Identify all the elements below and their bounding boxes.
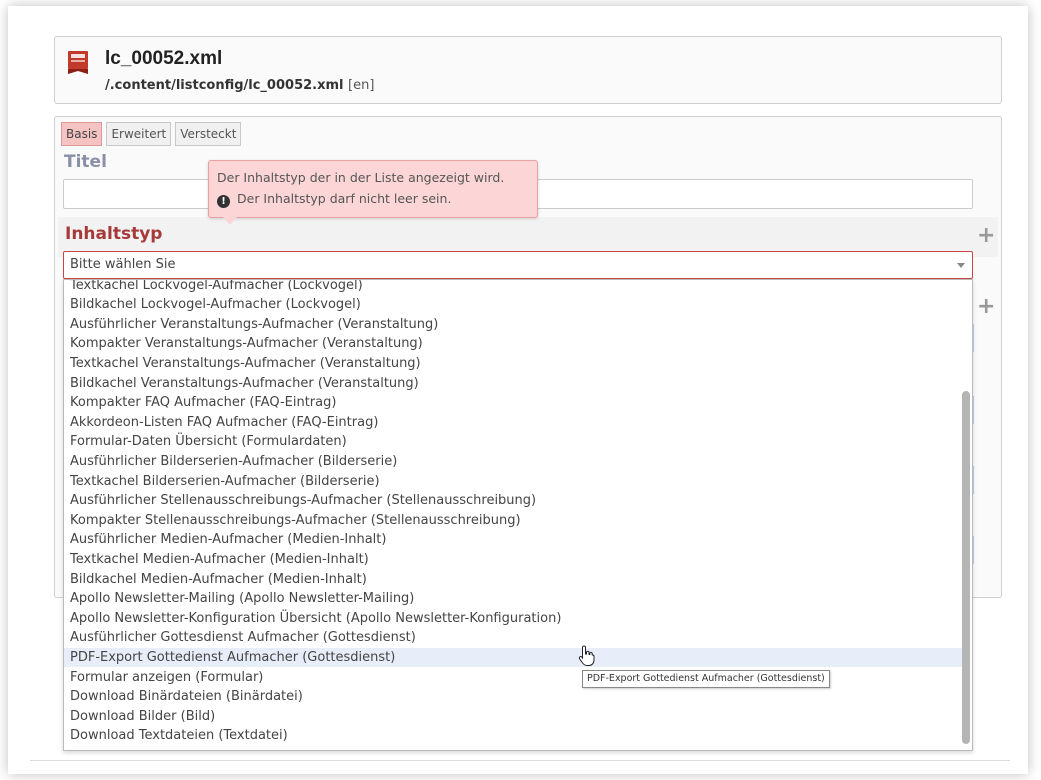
titel-label: Titel [64,152,107,172]
file-path-text: /.content/listconfig/lc_00052.xml [105,78,344,93]
divider [30,760,1010,761]
tab-bar: Basis Erweitert Versteckt [61,122,242,146]
dropdown-option[interactable]: Download Textdateien (Textdatei) [64,726,962,746]
file-language: [en] [348,78,375,93]
error-text: Der Inhaltstyp darf nicht leer sein. [237,191,452,206]
dropdown-option[interactable]: Ausführlicher Medien-Aufmacher (Medien-I… [64,530,962,550]
dropdown-option[interactable]: Textkachel Lockvogel-Aufmacher (Lockvoge… [64,280,962,295]
inhaltstyp-label: Inhaltstyp [65,224,163,244]
add-field-plus-icon[interactable]: + [977,296,995,318]
dropdown-option[interactable]: Textkachel Veranstaltungs-Aufmacher (Ver… [64,354,962,374]
dropdown-option[interactable]: Download Binärdateien (Binärdatei) [64,687,962,707]
validation-popup: Der Inhaltstyp der in der Liste angezeig… [208,160,538,225]
dropdown-option[interactable]: Akkordeon-Listen FAQ Aufmacher (FAQ-Eint… [64,413,962,433]
dropdown-option[interactable]: Ausführlicher Gottesdienst Aufmacher (Go… [64,628,962,648]
dropdown-option[interactable]: Bildkachel Medien-Aufmacher (Medien-Inha… [64,570,962,590]
chevron-down-icon[interactable] [957,263,965,268]
list-config-file-icon [68,51,88,74]
dropdown-option[interactable]: Bildkachel Veranstaltungs-Aufmacher (Ver… [64,374,962,394]
dropdown-options-list[interactable]: Textkachel Lockvogel-Aufmacher (Lockvoge… [63,279,973,751]
add-inhaltstyp-plus-icon[interactable]: + [977,225,995,247]
dropdown-option[interactable]: PDF-Export Gottedienst Aufmacher (Gottes… [64,647,962,668]
dropdown-option[interactable]: Apollo Newsletter-Mailing (Apollo Newsle… [64,589,962,609]
dropdown-scrollbar[interactable] [962,391,970,744]
file-path: /.content/listconfig/lc_00052.xml [en] [105,78,374,93]
select-value: Bitte wählen Sie [70,257,176,272]
dropdown-option[interactable]: Formular-Daten Übersicht (Formulardaten) [64,432,962,452]
dropdown-option[interactable]: Bildkachel Lockvogel-Aufmacher (Lockvoge… [64,295,962,315]
hand-pointer-icon [578,645,595,666]
dropdown-option[interactable]: Textkachel Bilderserien-Aufmacher (Bilde… [64,472,962,492]
dropdown-option[interactable]: Apollo Newsletter-Konfiguration Übersich… [64,609,962,629]
dropdown-option[interactable]: Ausführlicher Stellenausschreibungs-Aufm… [64,491,962,511]
inhaltstyp-select[interactable]: Bitte wählen Sie [63,251,973,279]
error-message: ! Der Inhaltstyp darf nicht leer sein. [217,191,451,208]
file-title: lc_00052.xml [105,48,223,69]
dropdown-option[interactable]: Kompakter Stellenausschreibungs-Aufmache… [64,511,962,531]
dropdown-option[interactable]: Kompakter Veranstaltungs-Aufmacher (Vera… [64,334,962,354]
exclamation-icon: ! [217,195,230,208]
dropdown-option[interactable]: Ausführlicher Bilderserien-Aufmacher (Bi… [64,452,962,472]
tab-versteckt[interactable]: Versteckt [175,122,242,146]
tab-erweitert[interactable]: Erweitert [106,122,172,146]
tab-basis[interactable]: Basis [61,122,103,146]
dropdown-option[interactable]: Ausführlicher Veranstaltungs-Aufmacher (… [64,315,962,335]
dropdown-option[interactable]: Download Bilder (Bild) [64,707,962,727]
dropdown-option[interactable]: Textkachel Medien-Aufmacher (Medien-Inha… [64,550,962,570]
dropdown-option[interactable]: Kompakter FAQ Aufmacher (FAQ-Eintrag) [64,393,962,413]
help-text: Der Inhaltstyp der in der Liste angezeig… [217,170,505,185]
option-tooltip: PDF-Export Gottedienst Aufmacher (Gottes… [582,670,830,688]
file-header: lc_00052.xml /.content/listconfig/lc_000… [54,36,1002,104]
